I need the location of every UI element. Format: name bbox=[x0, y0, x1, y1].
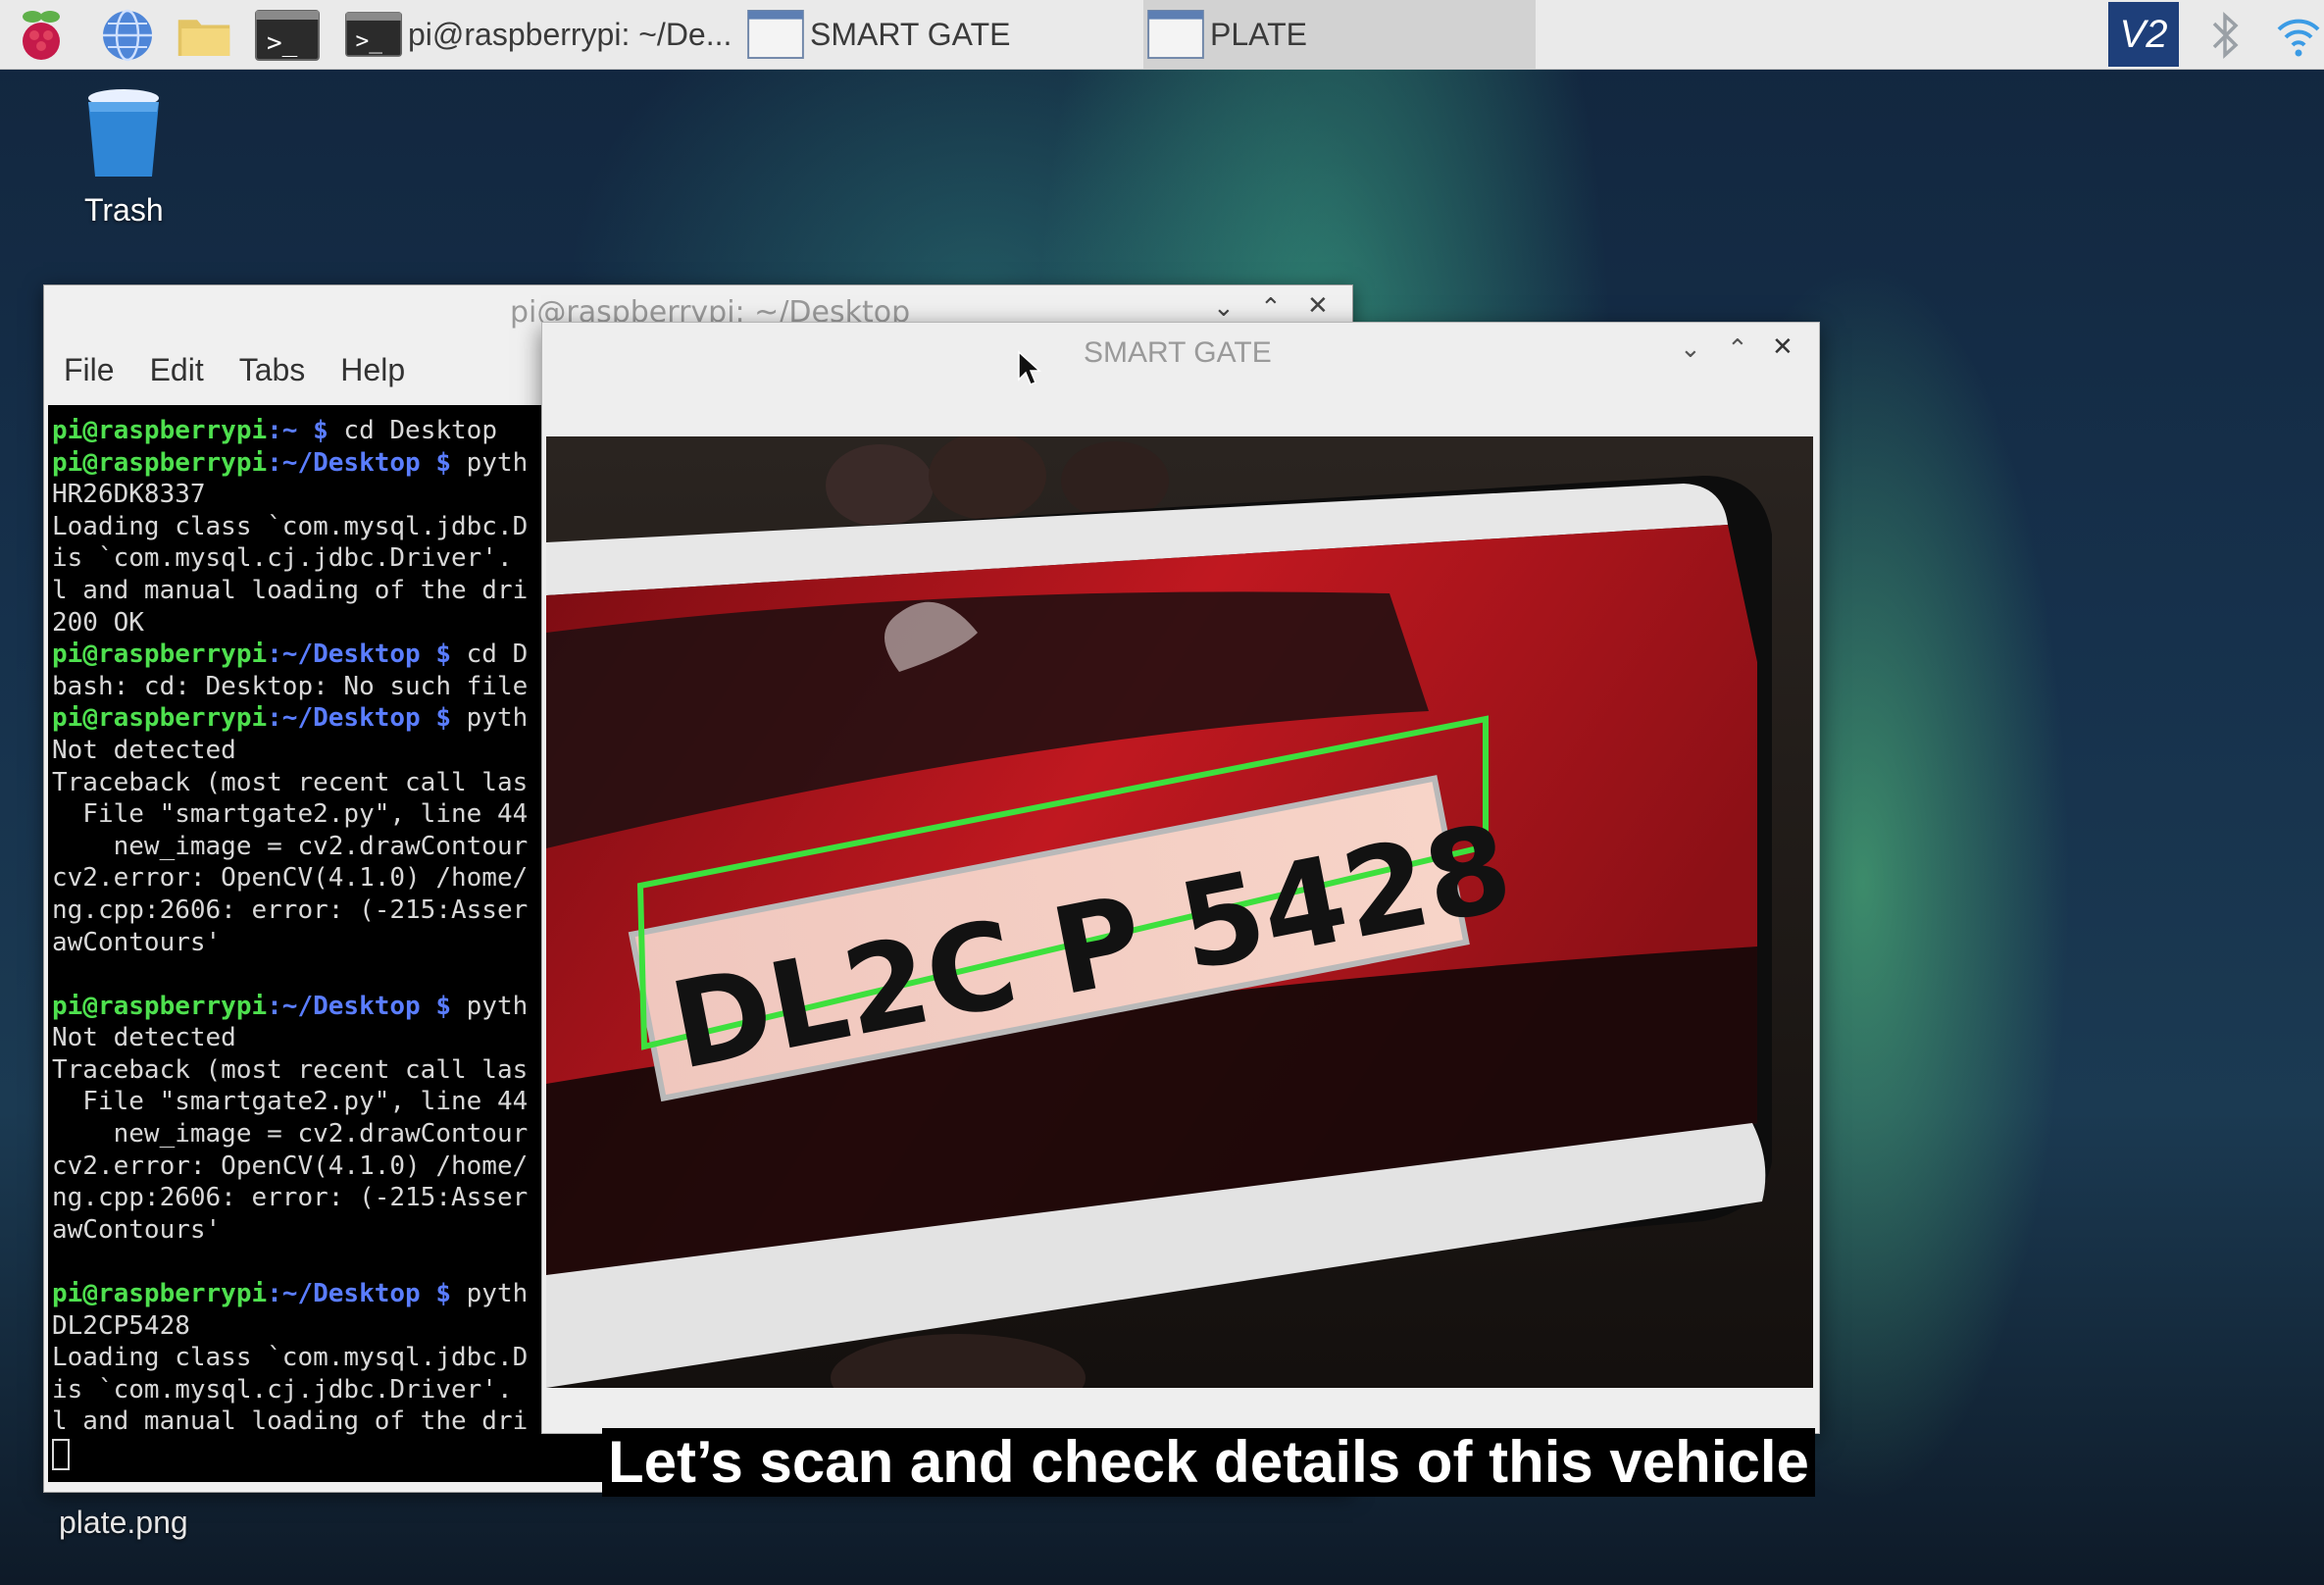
terminal-cursor-line bbox=[52, 1438, 528, 1470]
taskbar-task-plate[interactable]: PLATE bbox=[1143, 0, 1536, 69]
prompt-path: :~/Desktop $ bbox=[267, 703, 451, 734]
terminal-line: pi@raspberrypi:~/Desktop $ cd D bbox=[52, 639, 528, 671]
terminal-line: DL2CP5428 bbox=[52, 1310, 190, 1341]
terminal-line: ng.cpp:2606: error: (-215:Asser bbox=[52, 1183, 529, 1213]
terminal-line: Not detected bbox=[52, 1023, 236, 1053]
terminal-line: ng.cpp:2606: error: (-215:Asser bbox=[52, 895, 529, 925]
web-browser-icon[interactable] bbox=[100, 8, 155, 63]
camera-view: DL2C P 5428 bbox=[546, 436, 1813, 1388]
prompt-path: :~/Desktop $ bbox=[267, 447, 451, 478]
terminal-line: pi@raspberrypi:~/Desktop $ pyth bbox=[52, 991, 528, 1023]
smart-gate-titlebar[interactable]: SMART GATE ⌄ ⌃ ✕ bbox=[542, 323, 1819, 421]
close-icon[interactable]: ✕ bbox=[1772, 332, 1794, 362]
maximize-icon[interactable]: ⌃ bbox=[1260, 293, 1282, 323]
terminal-line: Loading class `com.mysql.jdbc.D bbox=[52, 511, 529, 541]
trash-label: Trash bbox=[84, 192, 164, 228]
prompt-user: pi@raspberrypi bbox=[52, 991, 268, 1021]
close-icon[interactable]: ✕ bbox=[1307, 291, 1329, 321]
smart-gate-title: SMART GATE bbox=[1084, 336, 1272, 369]
trash-icon[interactable] bbox=[78, 84, 169, 182]
menu-help[interactable]: Help bbox=[340, 352, 405, 388]
prompt-command: pyth bbox=[451, 1279, 529, 1309]
taskbar-task-label: PLATE bbox=[1210, 16, 1307, 52]
terminal-line: l and manual loading of the dri bbox=[52, 575, 529, 605]
prompt-user: pi@raspberrypi bbox=[52, 703, 268, 734]
desktop-file-label[interactable]: plate.png bbox=[59, 1505, 188, 1541]
bluetooth-icon[interactable] bbox=[2198, 8, 2253, 63]
terminal-cursor bbox=[52, 1438, 70, 1470]
terminal-icon[interactable]: >_ bbox=[255, 8, 320, 63]
taskbar-task-terminal[interactable]: >_ pi@raspberrypi: ~/De... bbox=[345, 0, 737, 69]
taskbar: >_ >_ pi@raspberrypi: ~/De... SMART GATE… bbox=[0, 0, 2324, 70]
prompt-user: pi@raspberrypi bbox=[52, 447, 268, 478]
window-icon bbox=[747, 10, 804, 59]
terminal-icon: >_ bbox=[345, 12, 402, 57]
terminal-line: 200 OK bbox=[52, 607, 144, 638]
terminal-line: new_image = cv2.drawContour bbox=[52, 1119, 529, 1150]
menu-tabs[interactable]: Tabs bbox=[239, 352, 306, 388]
terminal-line: Not detected bbox=[52, 735, 236, 765]
smart-gate-window[interactable]: SMART GATE ⌄ ⌃ ✕ DL2C P 5428 bbox=[541, 322, 1820, 1434]
svg-text:>_: >_ bbox=[356, 28, 383, 54]
video-caption: Let’s scan and check details of this veh… bbox=[602, 1428, 1815, 1497]
menu-edit[interactable]: Edit bbox=[150, 352, 204, 388]
terminal-lines: pi@raspberrypi:~ $ cd Desktop pi@raspberr… bbox=[52, 415, 528, 1470]
window-icon bbox=[1147, 10, 1204, 59]
prompt-user: pi@raspberrypi bbox=[52, 639, 268, 670]
taskbar-task-label: SMART GATE bbox=[810, 16, 1011, 52]
taskbar-task-smart-gate[interactable]: SMART GATE bbox=[747, 0, 1139, 69]
terminal-line: new_image = cv2.drawContour bbox=[52, 831, 529, 861]
taskbar-task-label: pi@raspberrypi: ~/De... bbox=[408, 16, 733, 52]
prompt-command: pyth bbox=[451, 447, 529, 478]
terminal-line: pi@raspberrypi:~/Desktop $ pyth bbox=[52, 1278, 528, 1310]
svg-text:>_: >_ bbox=[267, 28, 298, 58]
prompt-path: :~/Desktop $ bbox=[267, 639, 451, 670]
terminal-line: Traceback (most recent call las bbox=[52, 767, 529, 797]
terminal-line: cv2.error: OpenCV(4.1.0) /home/ bbox=[52, 1150, 529, 1181]
prompt-path: :~/Desktop $ bbox=[267, 991, 451, 1021]
prompt-command: cd D bbox=[451, 639, 529, 670]
menu-file[interactable]: File bbox=[64, 352, 115, 388]
terminal-line: cv2.error: OpenCV(4.1.0) /home/ bbox=[52, 863, 529, 894]
maximize-icon[interactable]: ⌃ bbox=[1727, 334, 1748, 364]
wifi-icon[interactable] bbox=[2273, 8, 2324, 63]
terminal-line: is `com.mysql.cj.jdbc.Driver'. bbox=[52, 543, 513, 574]
terminal-line: Loading class `com.mysql.jdbc.D bbox=[52, 1343, 529, 1373]
vnc-label: V2 bbox=[2119, 12, 2168, 56]
prompt-command: cd Desktop bbox=[328, 416, 497, 445]
terminal-line: awContours' bbox=[52, 1214, 222, 1245]
raspberry-menu-icon[interactable] bbox=[14, 8, 69, 63]
minimize-icon[interactable]: ⌄ bbox=[1680, 334, 1701, 364]
prompt-user: pi@raspberrypi bbox=[52, 416, 268, 445]
terminal-line: pi@raspberrypi:~ $ cd Desktop bbox=[52, 415, 528, 447]
minimize-icon[interactable]: ⌄ bbox=[1213, 293, 1235, 323]
terminal-line: pi@raspberrypi:~/Desktop $ pyth bbox=[52, 702, 528, 735]
prompt-command: pyth bbox=[451, 703, 529, 734]
terminal-line: File "smartgate2.py", line 44 bbox=[52, 799, 529, 830]
prompt-path: :~/Desktop $ bbox=[267, 1279, 451, 1309]
terminal-line: pi@raspberrypi:~/Desktop $ pyth bbox=[52, 447, 528, 480]
terminal-line: awContours' bbox=[52, 927, 222, 957]
vnc-icon[interactable]: V2 bbox=[2108, 2, 2179, 67]
prompt-user: pi@raspberrypi bbox=[52, 1279, 268, 1309]
terminal-line: File "smartgate2.py", line 44 bbox=[52, 1087, 529, 1117]
terminal-line: l and manual loading of the dri bbox=[52, 1406, 529, 1437]
terminal-line: Traceback (most recent call las bbox=[52, 1054, 529, 1085]
terminal-line: bash: cd: Desktop: No such file bbox=[52, 671, 529, 701]
file-manager-icon[interactable] bbox=[177, 8, 231, 63]
terminal-line: is `com.mysql.cj.jdbc.Driver'. bbox=[52, 1374, 513, 1405]
prompt-path: :~ $ bbox=[267, 416, 328, 445]
terminal-line: HR26DK8337 bbox=[52, 480, 206, 510]
terminal-menubar: File Edit Tabs Help bbox=[64, 352, 405, 388]
mouse-cursor-icon bbox=[1018, 350, 1041, 385]
prompt-command: pyth bbox=[451, 991, 529, 1021]
